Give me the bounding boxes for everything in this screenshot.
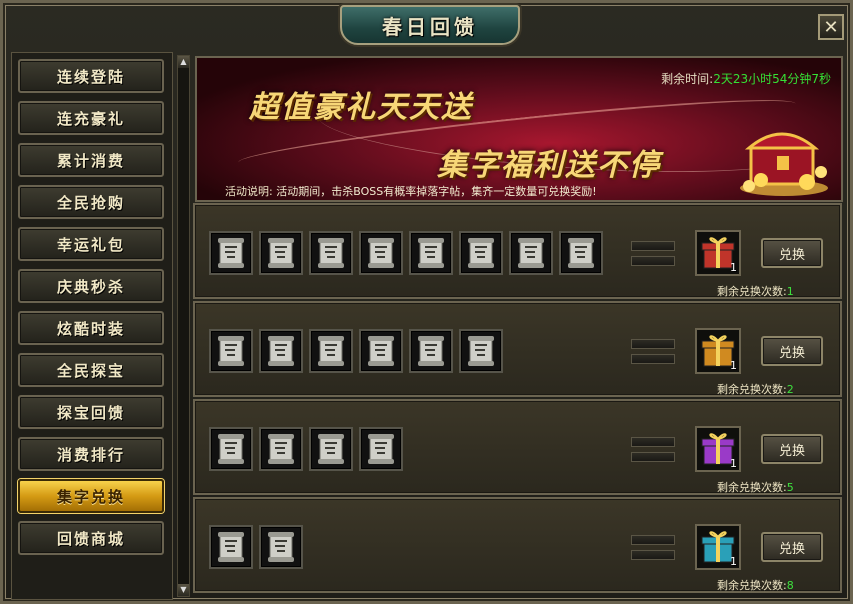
equals-icon [631, 435, 675, 465]
sidebar-item-word-exchange[interactable]: 集字兑换 [18, 479, 164, 513]
remaining-exchanges-label: 剩余兑换次数: [717, 383, 787, 396]
scroll-icon[interactable] [409, 231, 453, 275]
remaining-exchanges-value: 1 [786, 285, 794, 298]
exchange-row: 1 兑换剩余兑换次数:5 [193, 399, 842, 495]
gift-count: 1 [730, 555, 737, 568]
scroll-icon[interactable] [259, 427, 303, 471]
gift-count: 1 [730, 261, 737, 274]
sidebar-item-hunt-reward[interactable]: 探宝回馈 [18, 395, 164, 429]
scroll-icon[interactable] [459, 231, 503, 275]
event-description-text: 活动期间，击杀BOSS有概率掉落字帖，集齐一定数量可兑换奖励! [276, 185, 597, 198]
scroll-icon[interactable] [259, 329, 303, 373]
scroll-icon[interactable] [209, 427, 253, 471]
event-window: 春日回馈 ✕ 连续登陆 连充豪礼 累计消费 全民抢购 幸运礼包 庆典秒杀 炫酷时… [0, 0, 853, 604]
close-button[interactable]: ✕ [818, 14, 844, 40]
scroll-icon[interactable] [209, 231, 253, 275]
sidebar-item-label: 连续登陆 [56, 67, 125, 86]
gift-box-icon[interactable]: 1 [695, 230, 741, 276]
scroll-icon[interactable] [259, 231, 303, 275]
remaining-exchanges-value: 2 [786, 383, 794, 396]
scroll-icon[interactable] [509, 231, 553, 275]
sidebar-item-label: 庆典秒杀 [56, 277, 125, 296]
sidebar-item-label: 幸运礼包 [56, 235, 125, 254]
exchange-row: 1 兑换剩余兑换次数:8 [193, 497, 842, 593]
sidebar-item-treasure-hunt[interactable]: 全民探宝 [18, 353, 164, 387]
exchange-row: 1 兑换剩余兑换次数:2 [193, 301, 842, 397]
scroll-icon[interactable] [459, 329, 503, 373]
sidebar-item-continuous-login[interactable]: 连续登陆 [18, 59, 164, 93]
remaining-exchanges-value: 8 [786, 579, 794, 592]
gift-box-icon[interactable]: 1 [695, 524, 741, 570]
gift-count: 1 [730, 359, 737, 372]
window-title-plate: 春日回馈 [340, 5, 520, 45]
sidebar-item-label: 全民抢购 [56, 193, 125, 212]
sidebar-item-label: 全民探宝 [56, 361, 125, 380]
scroll-icon[interactable] [359, 231, 403, 275]
sidebar-item-label: 炫酷时装 [56, 319, 125, 338]
sidebar-item-lucky-pack[interactable]: 幸运礼包 [18, 227, 164, 261]
equals-icon [631, 337, 675, 367]
remaining-exchanges-label: 剩余兑换次数: [717, 285, 787, 298]
scroll-icon[interactable] [309, 329, 353, 373]
remaining-exchanges: 剩余兑换次数:5 [717, 479, 794, 495]
sidebar-item-reward-shop[interactable]: 回馈商城 [18, 521, 164, 555]
scroll-icon[interactable] [559, 231, 603, 275]
equals-icon [631, 533, 675, 563]
scroll-icon[interactable] [209, 525, 253, 569]
window-title: 春日回馈 [382, 14, 478, 39]
remaining-time-value: 2天23小时54分钟7秒 [713, 72, 831, 86]
banner-headline-1: 超值豪礼天天送 [249, 90, 473, 125]
banner-headline-2: 集字福利送不停 [437, 148, 661, 183]
remaining-time: 剩余时间:2天23小时54分钟7秒 [661, 70, 831, 87]
sidebar-item-label: 连充豪礼 [56, 109, 125, 128]
remaining-exchanges: 剩余兑换次数:8 [717, 577, 794, 593]
sidebar-item-cool-fashion[interactable]: 炫酷时装 [18, 311, 164, 345]
content-scrollbar[interactable]: ▲ ▼ [177, 55, 190, 597]
remaining-exchanges-label: 剩余兑换次数: [717, 481, 787, 494]
remaining-exchanges: 剩余兑换次数:2 [717, 381, 794, 397]
scroll-up-icon[interactable]: ▲ [178, 56, 189, 68]
sidebar-item-label: 集字兑换 [56, 487, 125, 506]
scroll-icon[interactable] [209, 329, 253, 373]
remaining-time-label: 剩余时间: [661, 72, 714, 86]
gift-count: 1 [730, 457, 737, 470]
scroll-icon[interactable] [309, 231, 353, 275]
event-description-label: 活动说明: [225, 185, 273, 198]
exchange-button[interactable]: 兑换 [761, 434, 823, 464]
sidebar-item-label: 消费排行 [56, 445, 125, 464]
exchange-row: 1 兑换 剩余兑换次数:1 [193, 203, 842, 299]
gift-box-icon[interactable]: 1 [695, 426, 741, 472]
sidebar-item-flash-buy[interactable]: 全民抢购 [18, 185, 164, 219]
event-description: 活动说明: 活动期间，击杀BOSS有概率掉落字帖，集齐一定数量可兑换奖励! [225, 183, 597, 199]
sidebar-item-label: 累计消费 [56, 151, 125, 170]
remaining-exchanges-value: 5 [786, 481, 794, 494]
sidebar-item-spend-ranking[interactable]: 消费排行 [18, 437, 164, 471]
close-icon: ✕ [823, 16, 839, 38]
exchange-button[interactable]: 兑换 [761, 238, 823, 268]
equals-icon [631, 239, 675, 269]
remaining-exchanges-label: 剩余兑换次数: [717, 579, 787, 592]
scroll-icon[interactable] [309, 427, 353, 471]
scroll-icon[interactable] [409, 329, 453, 373]
sidebar-item-recharge-gift[interactable]: 连充豪礼 [18, 101, 164, 135]
scroll-icon[interactable] [359, 427, 403, 471]
scroll-icon[interactable] [259, 525, 303, 569]
scroll-down-icon[interactable]: ▼ [178, 584, 189, 596]
sidebar-item-cumulative-spend[interactable]: 累计消费 [18, 143, 164, 177]
sidebar-item-celebration-sale[interactable]: 庆典秒杀 [18, 269, 164, 303]
treasure-chest-icon [737, 118, 831, 198]
sidebar: 连续登陆 连充豪礼 累计消费 全民抢购 幸运礼包 庆典秒杀 炫酷时装 全民探宝 … [11, 52, 173, 600]
exchange-button[interactable]: 兑换 [761, 336, 823, 366]
exchange-button[interactable]: 兑换 [761, 532, 823, 562]
sidebar-item-label: 回馈商城 [56, 529, 125, 548]
remaining-exchanges: 剩余兑换次数:1 [717, 283, 794, 299]
gift-box-icon[interactable]: 1 [695, 328, 741, 374]
scroll-icon[interactable] [359, 329, 403, 373]
sidebar-item-label: 探宝回馈 [56, 403, 125, 422]
event-banner: 超值豪礼天天送 集字福利送不停 剩余时间:2天23小时54分钟7秒 活动说明: … [195, 56, 843, 202]
